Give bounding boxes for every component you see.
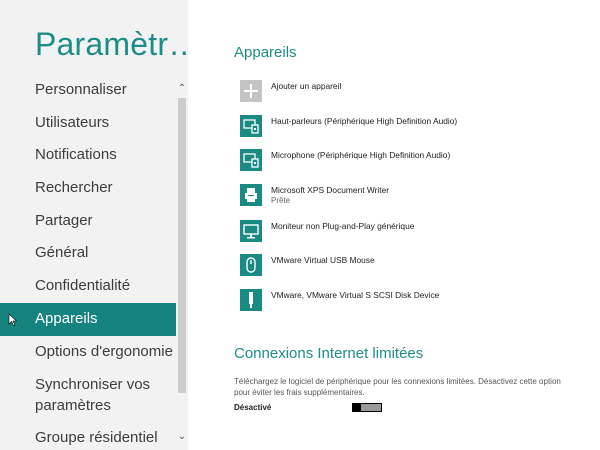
device-name: Haut-parleurs (Périphérique High Definit… xyxy=(271,116,458,126)
toggle-knob[interactable] xyxy=(353,403,361,412)
device-name: Microphone (Périphérique High Definition… xyxy=(271,150,451,160)
add-icon xyxy=(240,80,262,102)
monitor-icon xyxy=(240,220,262,242)
mouse-icon xyxy=(240,254,262,276)
sidebar-item-confidentialite[interactable]: Confidentialité xyxy=(0,270,176,303)
scrollbar-thumb[interactable] xyxy=(178,98,186,393)
metered-toggle-switch[interactable] xyxy=(352,403,382,412)
sidebar-item-options-ergonomie[interactable]: Options d'ergonomie xyxy=(0,336,176,369)
device-item-disk[interactable]: VMware, VMware Virtual S SCSI Disk Devic… xyxy=(240,289,590,313)
device-item-xps-writer[interactable]: Microsoft XPS Document Writer Prête xyxy=(240,184,590,208)
device-item-speakers[interactable]: Haut-parleurs (Périphérique High Definit… xyxy=(240,115,590,139)
audio-device-icon xyxy=(240,149,262,171)
device-name: Ajouter un appareil xyxy=(271,81,342,91)
scroll-down-icon[interactable]: ⌄ xyxy=(176,430,188,444)
settings-nav: Personnaliser Utilisateurs Notifications… xyxy=(0,74,176,450)
printer-icon xyxy=(240,184,262,206)
sidebar-title: Paramètr… xyxy=(35,26,188,62)
sidebar-item-utilisateurs[interactable]: Utilisateurs xyxy=(0,107,176,140)
device-name: VMware, VMware Virtual S SCSI Disk Devic… xyxy=(271,290,440,300)
mouse-pointer-icon xyxy=(8,313,18,326)
device-name: Microsoft XPS Document Writer xyxy=(271,185,390,195)
settings-sidebar: Paramètr… Personnaliser Utilisateurs Not… xyxy=(0,0,188,450)
sidebar-item-personnaliser[interactable]: Personnaliser xyxy=(0,74,176,107)
scroll-up-icon[interactable]: ⌃ xyxy=(176,82,188,96)
metered-toggle-label: Désactivé xyxy=(234,403,272,412)
sidebar-item-groupe-residentiel[interactable]: Groupe résidentiel xyxy=(0,422,176,450)
sidebar-item-label: Appareils xyxy=(35,309,98,327)
device-name: VMware Virtual USB Mouse xyxy=(271,255,375,265)
devices-panel: Appareils Ajouter un appareil Haut-parle… xyxy=(234,0,594,450)
sidebar-item-synchroniser[interactable]: Synchroniser vos paramètres xyxy=(0,368,176,422)
sidebar-item-partager[interactable]: Partager xyxy=(0,205,176,238)
disk-icon xyxy=(240,289,262,311)
sidebar-item-general[interactable]: Général xyxy=(0,237,176,270)
add-device-button[interactable]: Ajouter un appareil xyxy=(240,80,590,104)
metered-description: Téléchargez le logiciel de périphérique … xyxy=(234,377,561,397)
metered-section-title: Connexions Internet limitées xyxy=(234,345,424,362)
sidebar-item-notifications[interactable]: Notifications xyxy=(0,139,176,172)
device-item-monitor[interactable]: Moniteur non Plug-and-Play générique xyxy=(240,220,590,244)
device-item-mouse[interactable]: VMware Virtual USB Mouse xyxy=(240,254,590,278)
sidebar-item-rechercher[interactable]: Rechercher xyxy=(0,172,176,205)
audio-device-icon xyxy=(240,115,262,137)
devices-section-title: Appareils xyxy=(234,44,297,61)
sidebar-scrollbar[interactable]: ⌃ ⌄ xyxy=(176,74,188,450)
sidebar-item-appareils[interactable]: Appareils xyxy=(0,302,176,336)
device-item-microphone[interactable]: Microphone (Périphérique High Definition… xyxy=(240,149,590,173)
device-status: Prête xyxy=(271,196,291,205)
device-name: Moniteur non Plug-and-Play générique xyxy=(271,221,415,231)
